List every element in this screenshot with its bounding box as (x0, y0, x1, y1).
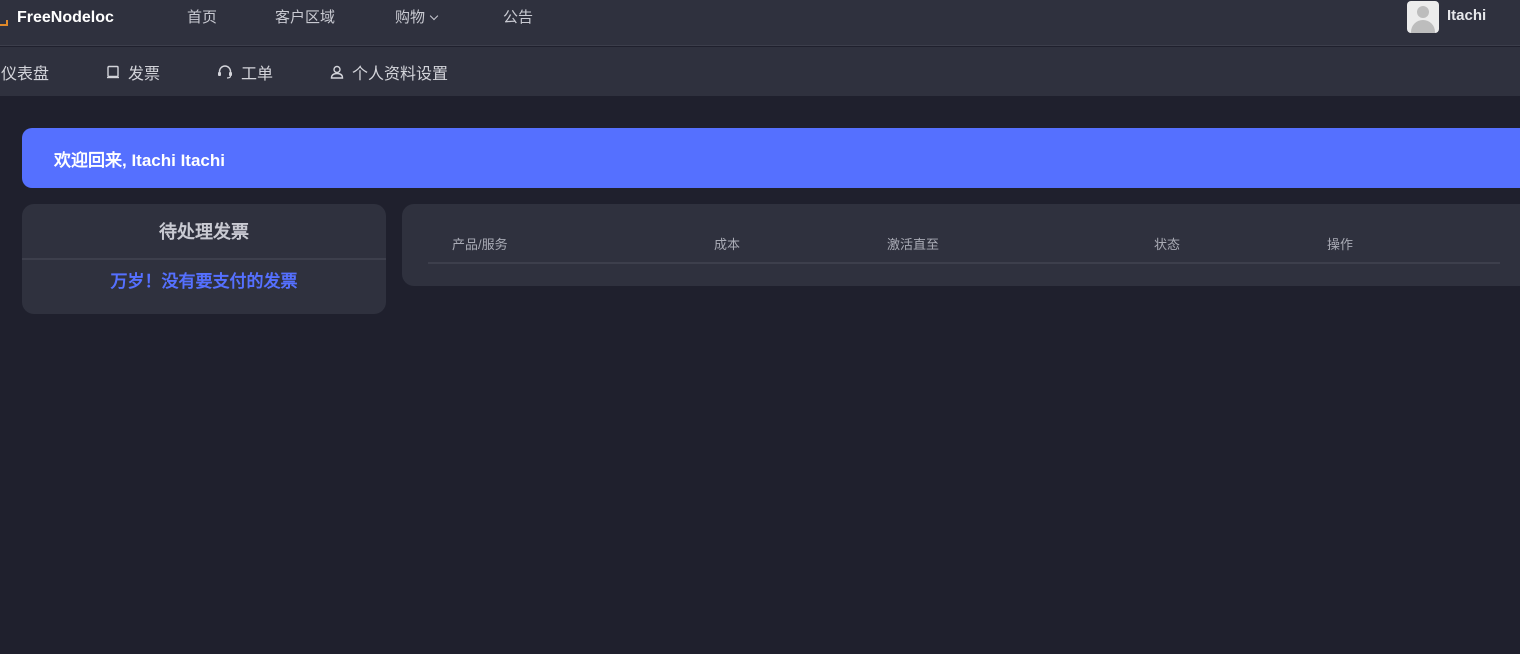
services-table-header: 产品/服务 成本 激活直至 状态 操作 (428, 228, 1500, 264)
secondary-navbar: 仪表盘 发票 工单 个人资料设置 (0, 47, 1520, 96)
invoice-icon (107, 65, 119, 78)
brand-name: FreeNodeloc (17, 9, 114, 26)
avatar (1407, 1, 1439, 33)
welcome-banner: 欢迎回来, Itachi Itachi (22, 128, 1520, 188)
subnav-invoices-label: 发票 (128, 65, 161, 83)
chevron-down-icon (429, 11, 439, 21)
welcome-text: 欢迎回来, Itachi Itachi (54, 150, 225, 170)
subnav-dashboard-label: 仪表盘 (1, 65, 50, 83)
brand-logo-icon (0, 20, 8, 26)
column-header-cost[interactable]: 成本 (714, 234, 740, 253)
column-header-active-until[interactable]: 激活直至 (887, 234, 939, 253)
top-navbar: FreeNodeloc 首页 客户区域 购物 公告 Itachi (0, 0, 1520, 46)
headset-icon (218, 64, 232, 79)
user-menu[interactable]: Itachi (1407, 1, 1486, 33)
nav-store-label: 购物 (395, 9, 426, 26)
column-header-status[interactable]: 状态 (1154, 234, 1180, 253)
pending-invoices-title: 待处理发票 (22, 204, 386, 260)
subnav-profile[interactable]: 个人资料设置 (330, 47, 448, 96)
no-invoices-message: 万岁！没有要支付的发票 (110, 272, 298, 291)
subnav-tickets[interactable]: 工单 (217, 47, 273, 96)
subnav-dashboard[interactable]: 仪表盘 (1, 47, 49, 96)
column-header-actions: 操作 (1327, 237, 1354, 252)
brand[interactable]: FreeNodeloc (0, 0, 114, 36)
nav-store[interactable]: 购物 (395, 0, 439, 36)
nav-announcements[interactable]: 公告 (503, 0, 533, 36)
subnav-tickets-label: 工单 (241, 65, 274, 83)
user-icon (330, 65, 344, 79)
column-header-product[interactable]: 产品/服务 (452, 234, 508, 253)
subnav-invoices[interactable]: 发票 (106, 47, 160, 96)
nav-home[interactable]: 首页 (187, 0, 217, 36)
nav-client-area[interactable]: 客户区域 (275, 0, 335, 36)
subnav-profile-label: 个人资料设置 (352, 65, 449, 83)
user-name: Itachi (1447, 6, 1487, 24)
services-card: 产品/服务 成本 激活直至 状态 操作 (402, 204, 1520, 286)
pending-invoices-card: 待处理发票 万岁！没有要支付的发票 (22, 204, 386, 314)
